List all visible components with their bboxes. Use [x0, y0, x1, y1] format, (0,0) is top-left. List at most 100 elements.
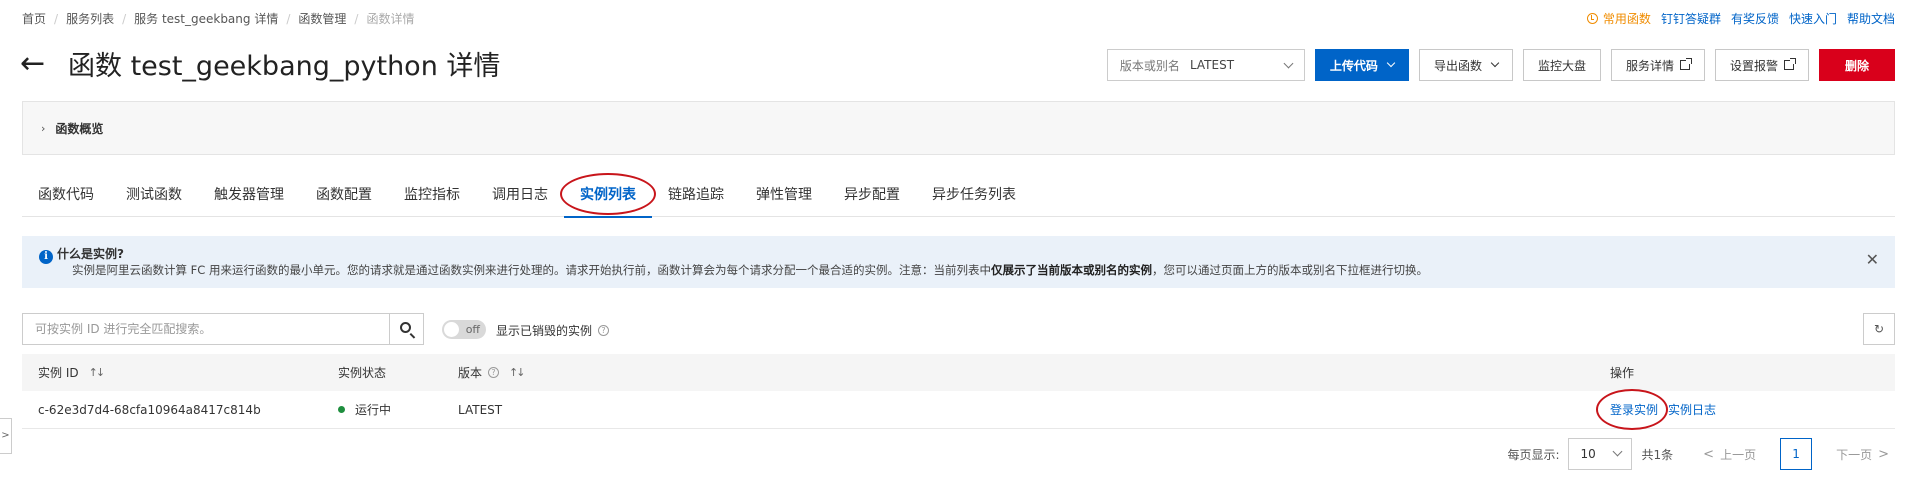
next-page-label: 下一页	[1836, 447, 1873, 462]
instance-log-link[interactable]: 实例日志	[1668, 401, 1716, 418]
tab-trace[interactable]: 链路追踪	[652, 181, 740, 217]
function-overview-label: 函数概览	[55, 121, 104, 136]
show-destroyed-toggle[interactable]: off	[442, 320, 486, 339]
feedback-link[interactable]: 有奖反馈	[1731, 10, 1779, 27]
service-detail-label: 服务详情	[1625, 58, 1674, 73]
breadcrumb-home[interactable]: 首页	[22, 10, 46, 27]
breadcrumb-function-detail: 函数详情	[366, 12, 415, 26]
info-icon: i	[39, 250, 53, 264]
external-link-icon	[1679, 58, 1692, 70]
side-panel-handle[interactable]: >	[0, 418, 12, 454]
page-title: 函数 test_geekbang_python 详情	[68, 51, 501, 82]
header-instance-status-label: 实例状态	[338, 366, 387, 380]
monitor-dashboard-button[interactable]: 监控大盘	[1522, 49, 1601, 81]
pagination: 每页显示: 10 共1条 < 上一页 1 下一页 >	[1507, 438, 1895, 470]
header-instance-id-label: 实例 ID	[38, 366, 79, 380]
header-actions: 操作	[1610, 354, 1634, 391]
version-cell: LATEST	[458, 402, 503, 417]
instance-search-input[interactable]	[22, 313, 390, 345]
header-actions-label: 操作	[1610, 366, 1635, 380]
back-arrow-icon[interactable]: ←	[20, 48, 54, 79]
version-alias-value: LATEST	[1189, 58, 1235, 72]
table-header: 实例 ID ↑↓ 实例状态 版本 ? ↑↓ 操作	[22, 354, 1895, 391]
page-size-value: 10	[1580, 447, 1596, 461]
refresh-button[interactable]: ↻	[1863, 313, 1895, 345]
help-icon[interactable]: ?	[598, 325, 610, 336]
common-functions-label: 常用函数	[1602, 12, 1651, 26]
header-actions: 版本或别名 LATEST 上传代码 导出函数 监控大盘 服务详情 设置报警 删除	[1106, 49, 1895, 81]
close-icon[interactable]: ✕	[1866, 250, 1879, 269]
breadcrumb-separator: /	[286, 11, 291, 26]
annotation-circle	[560, 173, 656, 215]
header-version-label: 版本	[458, 366, 483, 380]
tab-async-task-list[interactable]: 异步任务列表	[916, 181, 1032, 217]
info-title: 什么是实例?	[57, 247, 124, 261]
version-alias-label: 版本或别名	[1119, 58, 1180, 73]
tab-elastic-management[interactable]: 弹性管理	[740, 181, 828, 217]
chevron-down-icon	[1283, 58, 1294, 69]
function-overview-panel[interactable]: › 函数概览	[22, 101, 1895, 155]
instance-table: 实例 ID ↑↓ 实例状态 版本 ? ↑↓ 操作 c-62e3d7d4-68cf…	[22, 354, 1895, 430]
show-destroyed-label: 显示已销毁的实例 ?	[496, 322, 610, 339]
table-row: c-62e3d7d4-68cfa10964a8417c814b 运行中 LATE…	[22, 389, 1895, 430]
export-function-label: 导出函数	[1433, 58, 1482, 73]
tab-test-function[interactable]: 测试函数	[110, 181, 198, 217]
tab-trigger-management[interactable]: 触发器管理	[198, 181, 300, 217]
breadcrumb-separator: /	[354, 11, 359, 26]
header-version: 版本 ? ↑↓	[458, 354, 526, 391]
help-icon[interactable]: ?	[488, 367, 500, 378]
breadcrumb-service-list[interactable]: 服务列表	[66, 10, 114, 27]
prev-page-button[interactable]: < 上一页	[1697, 446, 1756, 463]
chevron-right-icon: >	[1878, 446, 1889, 462]
tab-invocation-logs[interactable]: 调用日志	[476, 181, 564, 217]
upload-code-label: 上传代码	[1329, 58, 1378, 73]
upload-code-button[interactable]: 上传代码	[1314, 49, 1409, 81]
version-alias-select[interactable]: 版本或别名 LATEST	[1106, 49, 1305, 81]
instance-info-alert: i 什么是实例? 实例是阿里云函数计算 FC 用来运行函数的最小单元。您的请求就…	[22, 236, 1895, 288]
dingtalk-group-link[interactable]: 钉钉答疑群	[1661, 10, 1721, 27]
instance-status-cell: 运行中	[338, 391, 391, 428]
title-row: ← 函数 test_geekbang_python 详情	[20, 44, 500, 83]
export-function-button[interactable]: 导出函数	[1418, 49, 1513, 81]
show-destroyed-text: 显示已销毁的实例	[496, 324, 593, 338]
delete-button[interactable]: 删除	[1819, 49, 1895, 81]
info-text-after: ，您可以通过页面上方的版本或别名下拉框进行切换。	[1151, 263, 1428, 277]
login-instance-link[interactable]: 登录实例	[1596, 389, 1669, 430]
toggle-off-text: off	[465, 323, 480, 336]
page-number-button[interactable]: 1	[1780, 438, 1813, 470]
prev-page-label: 上一页	[1720, 447, 1757, 462]
info-text-before: 实例是阿里云函数计算 FC 用来运行函数的最小单元。您的请求就是通过函数实例来进…	[72, 263, 991, 277]
chevron-down-icon	[1490, 58, 1500, 68]
info-text: 实例是阿里云函数计算 FC 用来运行函数的最小单元。您的请求就是通过函数实例来进…	[72, 262, 1879, 279]
instance-id-cell: c-62e3d7d4-68cfa10964a8417c814b	[38, 402, 261, 417]
running-status-dot	[338, 406, 345, 413]
quickstart-link[interactable]: 快速入门	[1789, 10, 1837, 27]
sort-icon[interactable]: ↑↓	[89, 366, 106, 379]
tab-instance-list[interactable]: 实例列表	[560, 173, 656, 218]
tab-function-code[interactable]: 函数代码	[22, 181, 110, 217]
search-row: off 显示已销毁的实例 ? ↻	[22, 313, 1895, 345]
search-button[interactable]	[389, 313, 424, 345]
toggle-knob	[444, 322, 459, 337]
breadcrumb-function-management[interactable]: 函数管理	[298, 10, 346, 27]
service-detail-button[interactable]: 服务详情	[1610, 49, 1705, 81]
breadcrumb-service-detail[interactable]: 服务 test_geekbang 详情	[134, 10, 278, 27]
search-icon	[400, 322, 411, 333]
header-instance-id: 实例 ID ↑↓	[38, 354, 106, 391]
per-page-label: 每页显示:	[1507, 447, 1560, 462]
page-size-select[interactable]: 10	[1567, 438, 1632, 470]
tab-monitor-metrics[interactable]: 监控指标	[388, 181, 476, 217]
tab-async-config[interactable]: 异步配置	[828, 181, 916, 217]
chevron-right-icon: ›	[41, 121, 46, 135]
monitor-dashboard-label: 监控大盘	[1537, 58, 1586, 73]
tab-function-config[interactable]: 函数配置	[300, 181, 388, 217]
header-instance-status: 实例状态	[338, 354, 386, 391]
help-docs-link[interactable]: 帮助文档	[1847, 10, 1895, 27]
sort-icon[interactable]: ↑↓	[509, 366, 526, 379]
set-alarm-label: 设置报警	[1729, 58, 1778, 73]
breadcrumb: 首页 / 服务列表 / 服务 test_geekbang 详情 / 函数管理 /…	[22, 10, 414, 27]
next-page-button[interactable]: 下一页 >	[1836, 446, 1895, 463]
breadcrumb-separator: /	[54, 11, 59, 26]
set-alarm-button[interactable]: 设置报警	[1714, 49, 1809, 81]
common-functions-link[interactable]: 常用函数	[1586, 10, 1651, 27]
